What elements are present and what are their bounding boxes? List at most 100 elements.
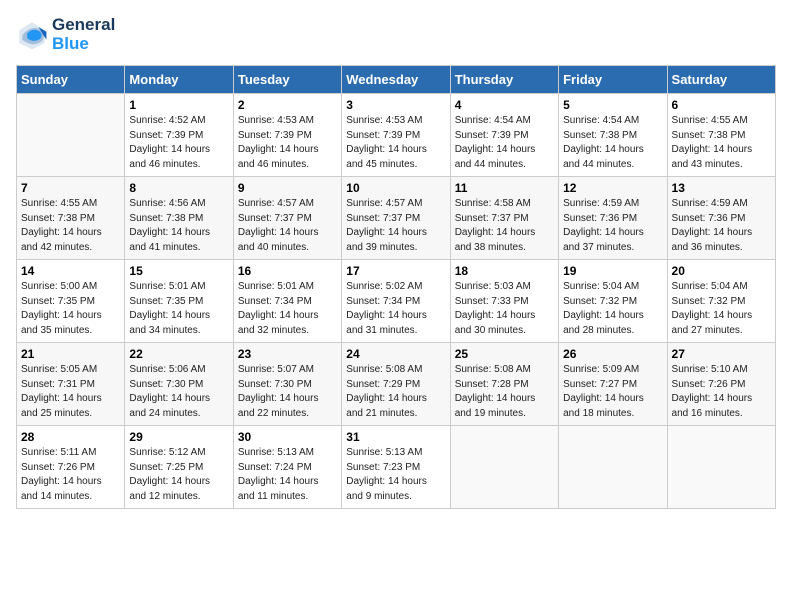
day-info: Sunrise: 5:04 AM Sunset: 7:32 PM Dayligh… <box>563 280 662 338</box>
day-number: 25 <box>455 347 554 361</box>
day-info: Sunrise: 4:53 AM Sunset: 7:39 PM Dayligh… <box>346 114 445 172</box>
day-number: 13 <box>672 181 771 195</box>
day-info: Sunrise: 5:10 AM Sunset: 7:26 PM Dayligh… <box>672 363 771 421</box>
day-number: 4 <box>455 98 554 112</box>
weekday-tuesday: Tuesday <box>233 66 341 94</box>
weekday-header-row: SundayMondayTuesdayWednesdayThursdayFrid… <box>17 66 776 94</box>
logo-text: General Blue <box>52 16 115 53</box>
day-number: 3 <box>346 98 445 112</box>
day-info: Sunrise: 4:57 AM Sunset: 7:37 PM Dayligh… <box>238 197 337 255</box>
day-cell: 28Sunrise: 5:11 AM Sunset: 7:26 PM Dayli… <box>17 426 125 509</box>
day-info: Sunrise: 4:55 AM Sunset: 7:38 PM Dayligh… <box>672 114 771 172</box>
day-cell: 26 Sunrise: 5:09 AM Sunset: 7:27 PM Dayli… <box>559 343 667 426</box>
day-cell: 13 Sunrise: 4:59 AM Sunset: 7:36 PM Dayli… <box>667 177 775 260</box>
day-cell: 12 Sunrise: 4:59 AM Sunset: 7:36 PM Dayli… <box>559 177 667 260</box>
day-info: Sunrise: 5:02 AM Sunset: 7:34 PM Dayligh… <box>346 280 445 338</box>
day-number: 20 <box>672 264 771 278</box>
day-cell: 27 Sunrise: 5:10 AM Sunset: 7:26 PM Dayli… <box>667 343 775 426</box>
day-number: 30 <box>238 430 337 444</box>
day-number: 8 <box>129 181 228 195</box>
day-cell: 24 Sunrise: 5:08 AM Sunset: 7:29 PM Dayli… <box>342 343 450 426</box>
day-cell: 23 Sunrise: 5:07 AM Sunset: 7:30 PM Dayli… <box>233 343 341 426</box>
day-number: 31 <box>346 430 445 444</box>
day-info: Sunrise: 5:08 AM Sunset: 7:29 PM Dayligh… <box>346 363 445 421</box>
day-number: 9 <box>238 181 337 195</box>
day-cell: 17 Sunrise: 5:02 AM Sunset: 7:34 PM Dayli… <box>342 260 450 343</box>
day-info: Sunrise: 5:01 AM Sunset: 7:35 PM Dayligh… <box>129 280 228 338</box>
day-cell: 6 Sunrise: 4:55 AM Sunset: 7:38 PM Daylig… <box>667 94 775 177</box>
day-number: 26 <box>563 347 662 361</box>
day-info: Sunrise: 5:04 AM Sunset: 7:32 PM Dayligh… <box>672 280 771 338</box>
day-info: Sunrise: 5:13 AM Sunset: 7:23 PM Dayligh… <box>346 446 445 504</box>
week-row-3: 14 Sunrise: 5:00 AM Sunset: 7:35 PM Dayli… <box>17 260 776 343</box>
day-info: Sunrise: 5:06 AM Sunset: 7:30 PM Dayligh… <box>129 363 228 421</box>
day-cell <box>559 426 667 509</box>
day-cell: 1 Sunrise: 4:52 AM Sunset: 7:39 PM Daylig… <box>125 94 233 177</box>
day-info: Sunrise: 5:12 AM Sunset: 7:25 PM Dayligh… <box>129 446 228 504</box>
day-number: 12 <box>563 181 662 195</box>
day-cell: 19 Sunrise: 5:04 AM Sunset: 7:32 PM Dayli… <box>559 260 667 343</box>
day-cell: 14 Sunrise: 5:00 AM Sunset: 7:35 PM Dayli… <box>17 260 125 343</box>
page-header: General Blue <box>16 16 776 53</box>
day-number: 16 <box>238 264 337 278</box>
day-info: Sunrise: 4:59 AM Sunset: 7:36 PM Dayligh… <box>672 197 771 255</box>
day-cell: 21Sunrise: 5:05 AM Sunset: 7:31 PM Dayli… <box>17 343 125 426</box>
day-info: Sunrise: 5:07 AM Sunset: 7:30 PM Dayligh… <box>238 363 337 421</box>
day-info: Sunrise: 4:54 AM Sunset: 7:38 PM Dayligh… <box>563 114 662 172</box>
day-number: 14 <box>21 264 120 278</box>
day-info: Sunrise: 5:13 AM Sunset: 7:24 PM Dayligh… <box>238 446 337 504</box>
day-number: 29 <box>129 430 228 444</box>
day-number: 5 <box>563 98 662 112</box>
day-cell: 29 Sunrise: 5:12 AM Sunset: 7:25 PM Dayli… <box>125 426 233 509</box>
week-row-5: 28Sunrise: 5:11 AM Sunset: 7:26 PM Dayli… <box>17 426 776 509</box>
day-cell: 18Sunrise: 5:03 AM Sunset: 7:33 PM Dayli… <box>450 260 558 343</box>
day-number: 7 <box>21 181 120 195</box>
day-info: Sunrise: 4:55 AM Sunset: 7:38 PM Dayligh… <box>21 197 120 255</box>
day-info: Sunrise: 5:09 AM Sunset: 7:27 PM Dayligh… <box>563 363 662 421</box>
day-cell: 16Sunrise: 5:01 AM Sunset: 7:34 PM Dayli… <box>233 260 341 343</box>
week-row-4: 21Sunrise: 5:05 AM Sunset: 7:31 PM Dayli… <box>17 343 776 426</box>
day-info: Sunrise: 4:56 AM Sunset: 7:38 PM Dayligh… <box>129 197 228 255</box>
day-info: Sunrise: 5:08 AM Sunset: 7:28 PM Dayligh… <box>455 363 554 421</box>
day-number: 19 <box>563 264 662 278</box>
day-cell: 31 Sunrise: 5:13 AM Sunset: 7:23 PM Dayli… <box>342 426 450 509</box>
day-cell: 15 Sunrise: 5:01 AM Sunset: 7:35 PM Dayli… <box>125 260 233 343</box>
day-cell: 10Sunrise: 4:57 AM Sunset: 7:37 PM Dayli… <box>342 177 450 260</box>
day-info: Sunrise: 4:54 AM Sunset: 7:39 PM Dayligh… <box>455 114 554 172</box>
weekday-sunday: Sunday <box>17 66 125 94</box>
day-cell: 25 Sunrise: 5:08 AM Sunset: 7:28 PM Dayli… <box>450 343 558 426</box>
day-cell: 9 Sunrise: 4:57 AM Sunset: 7:37 PM Daylig… <box>233 177 341 260</box>
day-number: 15 <box>129 264 228 278</box>
day-info: Sunrise: 5:03 AM Sunset: 7:33 PM Dayligh… <box>455 280 554 338</box>
weekday-saturday: Saturday <box>667 66 775 94</box>
day-number: 22 <box>129 347 228 361</box>
day-info: Sunrise: 4:52 AM Sunset: 7:39 PM Dayligh… <box>129 114 228 172</box>
day-cell: 5 Sunrise: 4:54 AM Sunset: 7:38 PM Daylig… <box>559 94 667 177</box>
day-cell: 22 Sunrise: 5:06 AM Sunset: 7:30 PM Dayli… <box>125 343 233 426</box>
day-cell: 7 Sunrise: 4:55 AM Sunset: 7:38 PM Daylig… <box>17 177 125 260</box>
day-number: 6 <box>672 98 771 112</box>
weekday-monday: Monday <box>125 66 233 94</box>
weekday-thursday: Thursday <box>450 66 558 94</box>
day-cell <box>450 426 558 509</box>
day-cell: 20 Sunrise: 5:04 AM Sunset: 7:32 PM Dayli… <box>667 260 775 343</box>
day-number: 27 <box>672 347 771 361</box>
day-info: Sunrise: 4:58 AM Sunset: 7:37 PM Dayligh… <box>455 197 554 255</box>
day-number: 11 <box>455 181 554 195</box>
day-number: 21 <box>21 347 120 361</box>
day-info: Sunrise: 4:59 AM Sunset: 7:36 PM Dayligh… <box>563 197 662 255</box>
day-info: Sunrise: 5:00 AM Sunset: 7:35 PM Dayligh… <box>21 280 120 338</box>
day-cell: 11 Sunrise: 4:58 AM Sunset: 7:37 PM Dayli… <box>450 177 558 260</box>
day-number: 17 <box>346 264 445 278</box>
day-info: Sunrise: 4:53 AM Sunset: 7:39 PM Dayligh… <box>238 114 337 172</box>
logo-icon <box>16 19 48 51</box>
weekday-wednesday: Wednesday <box>342 66 450 94</box>
weekday-friday: Friday <box>559 66 667 94</box>
day-cell <box>667 426 775 509</box>
day-number: 24 <box>346 347 445 361</box>
day-number: 1 <box>129 98 228 112</box>
day-number: 23 <box>238 347 337 361</box>
logo: General Blue <box>16 16 115 53</box>
day-number: 28 <box>21 430 120 444</box>
week-row-2: 7 Sunrise: 4:55 AM Sunset: 7:38 PM Daylig… <box>17 177 776 260</box>
